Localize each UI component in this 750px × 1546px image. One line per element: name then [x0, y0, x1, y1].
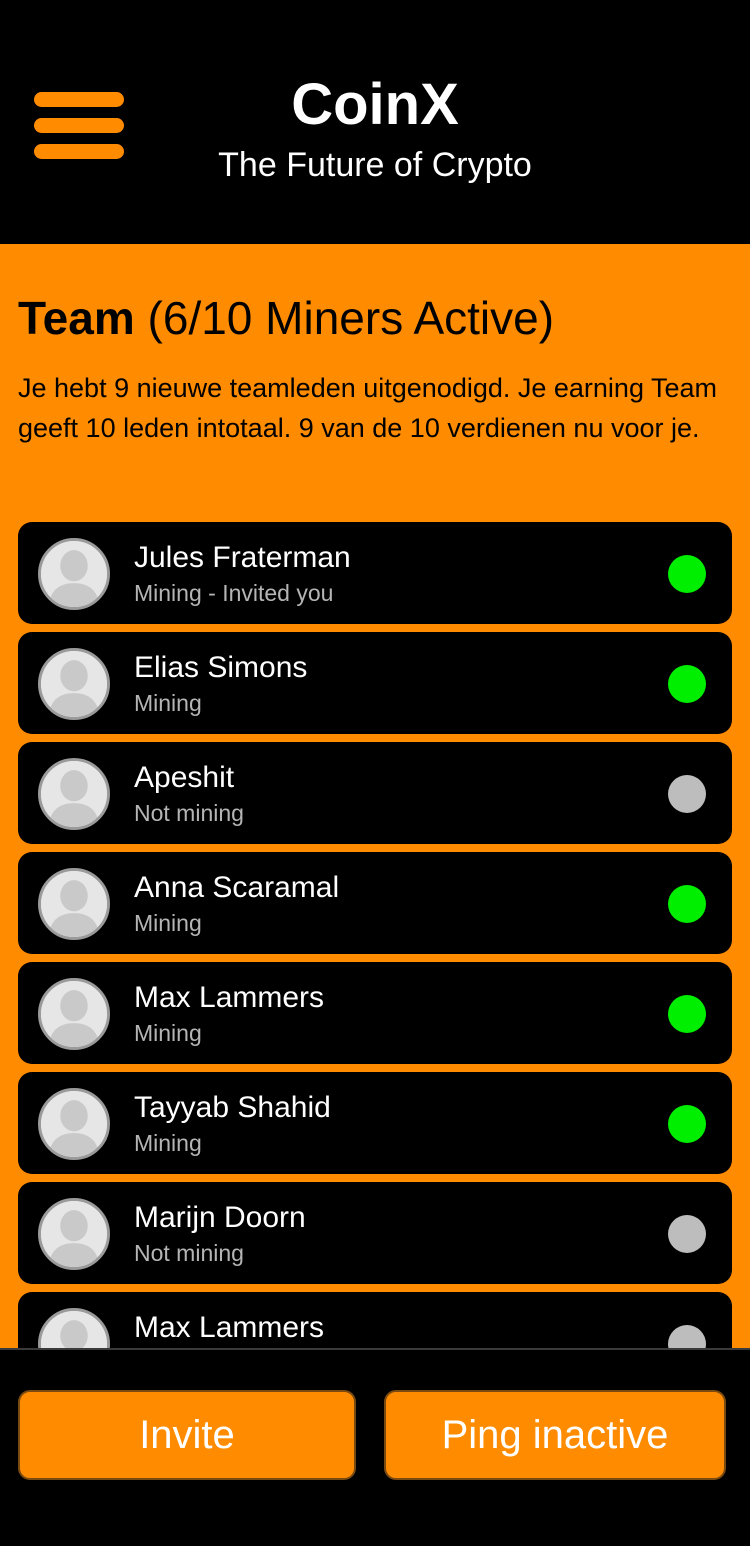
team-heading-title: Team [18, 292, 135, 344]
app-subtitle: The Future of Crypto [218, 146, 532, 184]
member-status: Mining [134, 690, 202, 716]
team-description: Je hebt 9 nieuwe teamleden uitgenodigd. … [18, 373, 717, 443]
status-dot-inactive [668, 1215, 706, 1253]
avatar-placeholder-icon [38, 1198, 110, 1270]
member-name: Apeshit [134, 761, 235, 794]
footer-bar: Invite Ping inactive [0, 1348, 750, 1546]
member-row[interactable]: Marijn Doorn Not mining [18, 1182, 732, 1284]
member-name: Marijn Doorn [134, 1201, 306, 1234]
invite-button[interactable]: Invite [18, 1390, 356, 1480]
team-heading: Team (6/10 Miners Active) [18, 290, 554, 346]
avatar-placeholder-icon [38, 648, 110, 720]
status-dot-active [668, 885, 706, 923]
member-row[interactable]: Anna Scaramal Mining [18, 852, 732, 954]
status-dot-active [668, 1105, 706, 1143]
member-status: Mining [134, 1130, 202, 1156]
avatar-placeholder-icon [38, 868, 110, 940]
member-status: Not mining [134, 800, 244, 826]
member-row[interactable]: Elias Simons Mining [18, 632, 732, 734]
member-status: Mining [134, 910, 202, 936]
member-name: Anna Scaramal [134, 871, 340, 904]
status-dot-inactive [668, 1325, 706, 1348]
status-dot-active [668, 555, 706, 593]
member-row[interactable]: Max Lammers [18, 1292, 732, 1348]
ping-inactive-button[interactable]: Ping inactive [384, 1390, 726, 1480]
avatar-placeholder-icon [38, 1308, 110, 1348]
team-content[interactable]: Team (6/10 Miners Active) Je hebt 9 nieu… [0, 244, 750, 1348]
app-header: CoinX The Future of Crypto [0, 0, 750, 244]
member-name: Elias Simons [134, 651, 308, 684]
member-status: Mining - Invited you [134, 580, 334, 606]
status-dot-inactive [668, 775, 706, 813]
member-row[interactable]: Jules Fraterman Mining - Invited you [18, 522, 732, 624]
avatar-placeholder-icon [38, 978, 110, 1050]
status-dot-active [668, 665, 706, 703]
member-name: Tayyab Shahid [134, 1091, 331, 1124]
status-dot-active [668, 995, 706, 1033]
member-row[interactable]: Apeshit Not mining [18, 742, 732, 844]
member-status: Not mining [134, 1240, 244, 1266]
app-title: CoinX [291, 72, 459, 137]
avatar-placeholder-icon [38, 758, 110, 830]
member-row[interactable]: Tayyab Shahid Mining [18, 1072, 732, 1174]
avatar-placeholder-icon [38, 1088, 110, 1160]
team-heading-count: (6/10 Miners Active) [147, 292, 555, 344]
member-name: Max Lammers [134, 1311, 325, 1344]
member-name: Jules Fraterman [134, 541, 351, 574]
member-name: Max Lammers [134, 981, 325, 1014]
avatar-placeholder-icon [38, 538, 110, 610]
member-status: Mining [134, 1020, 202, 1046]
member-row[interactable]: Max Lammers Mining [18, 962, 732, 1064]
